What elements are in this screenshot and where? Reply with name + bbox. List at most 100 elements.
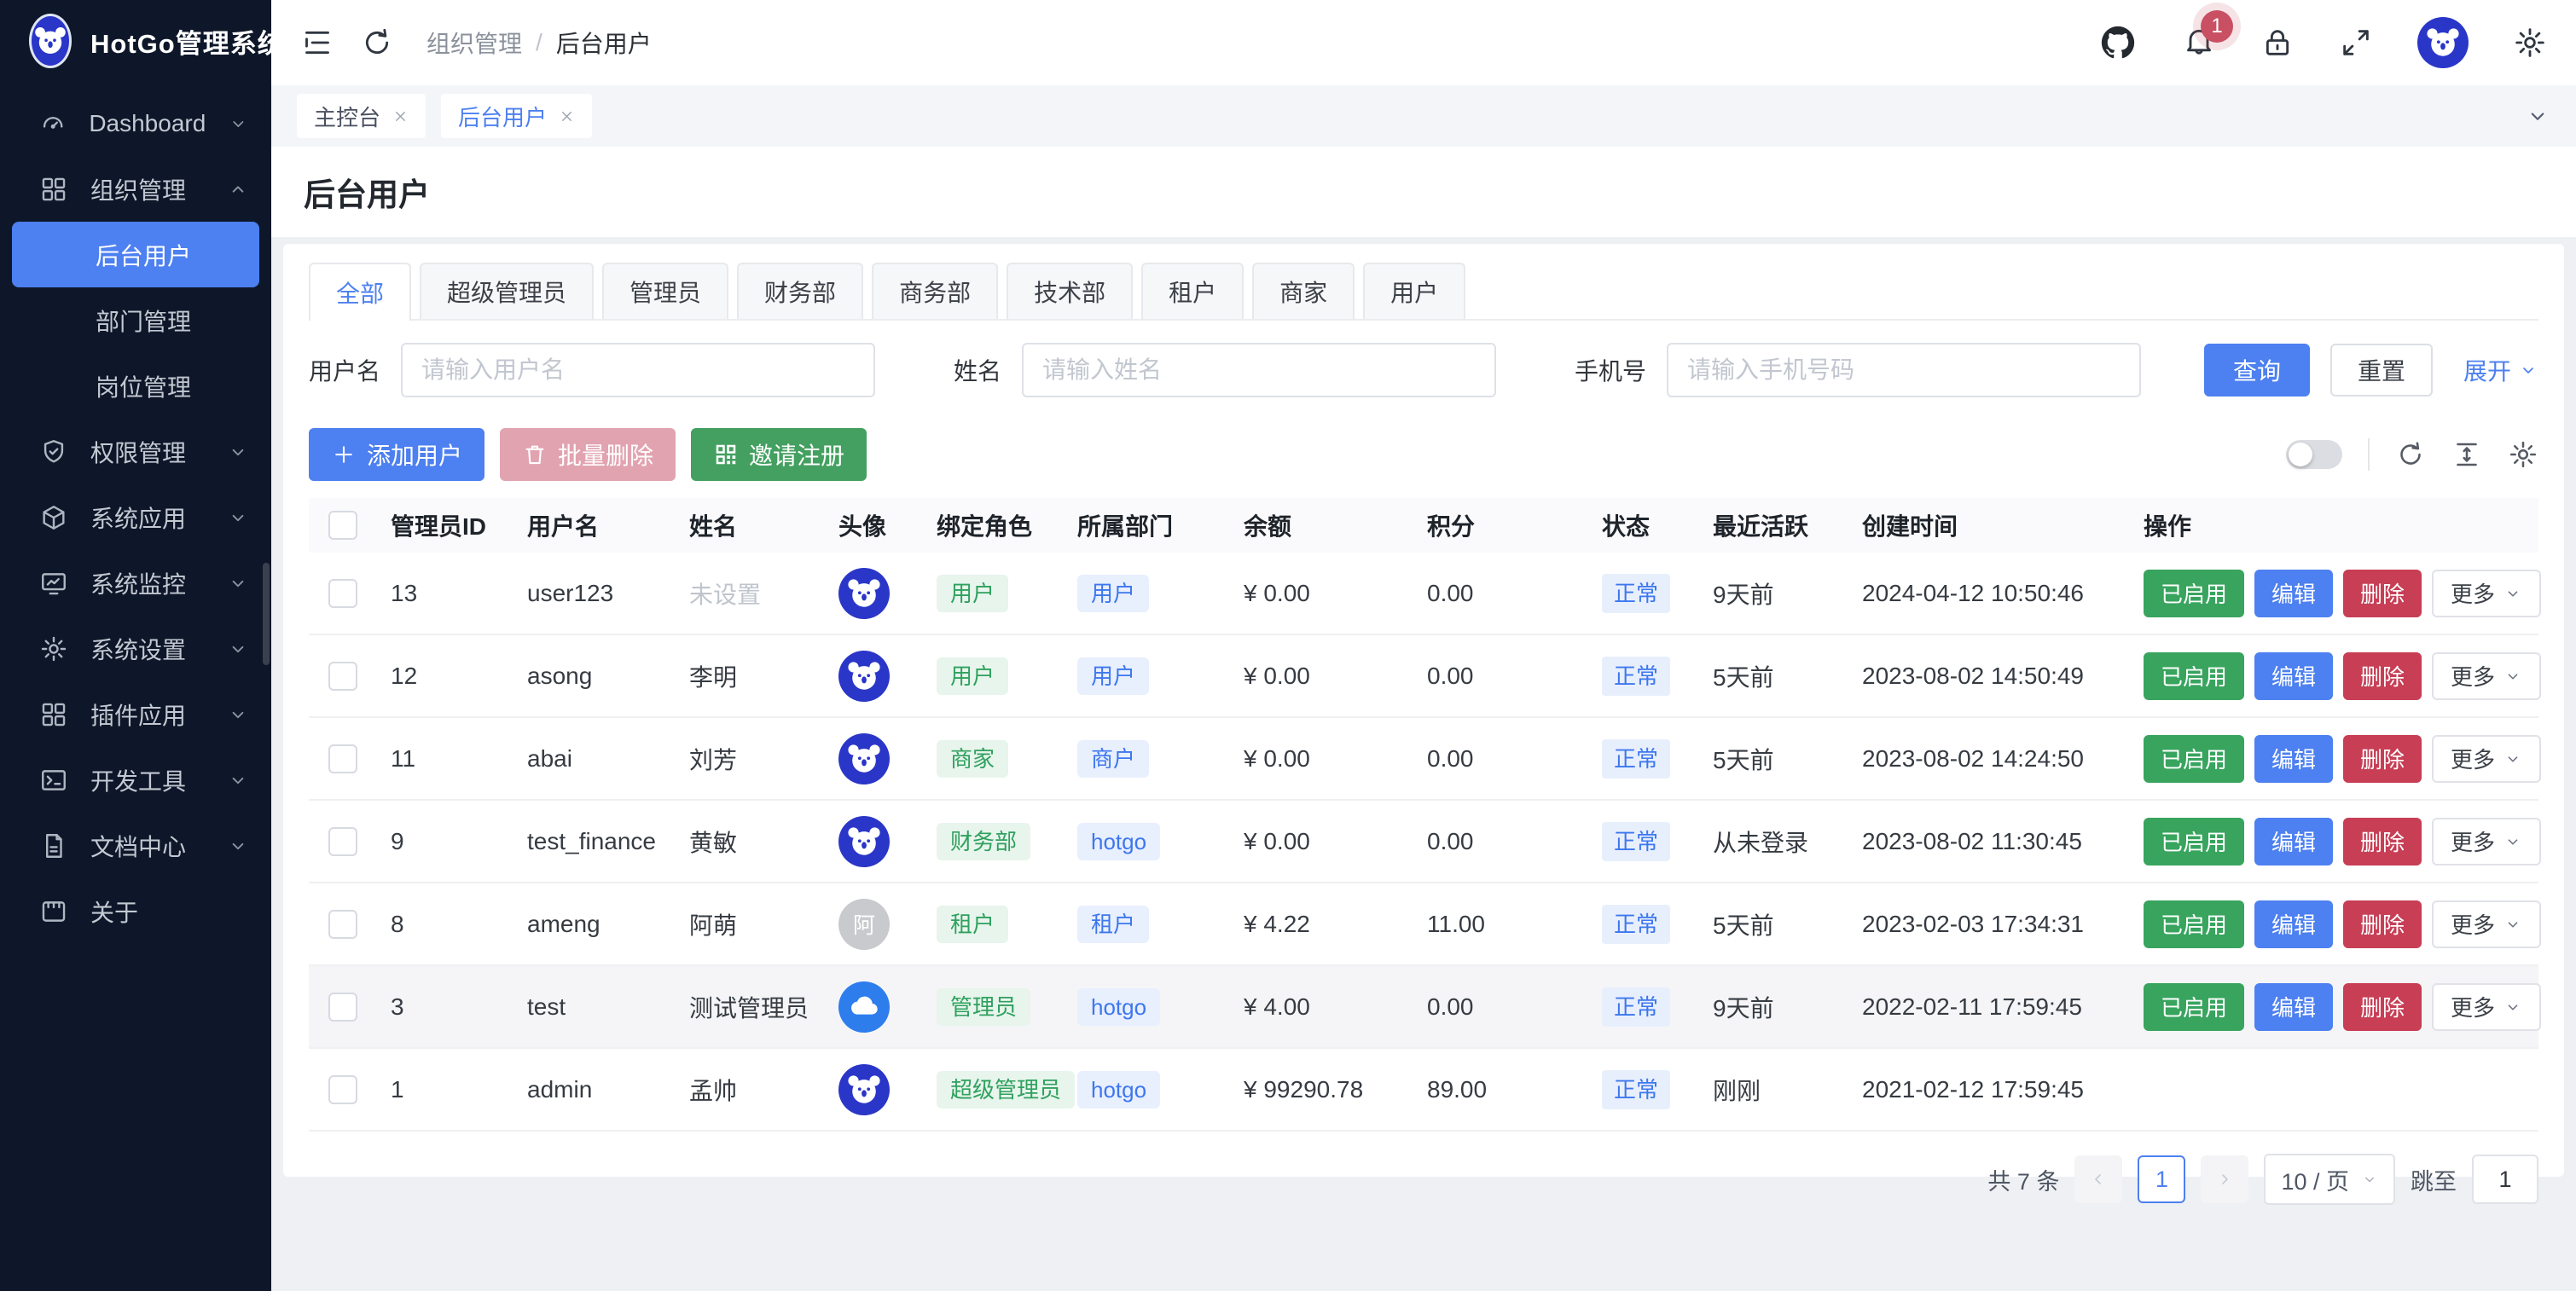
close-icon[interactable] bbox=[559, 108, 575, 124]
sidebar-item-系统设置[interactable]: 系统设置 bbox=[0, 616, 271, 681]
filter-tab-技术部[interactable]: 技术部 bbox=[1007, 263, 1133, 319]
avatar[interactable] bbox=[838, 981, 890, 1033]
current-page-button[interactable]: 1 bbox=[2138, 1155, 2185, 1203]
edit-button[interactable]: 编辑 bbox=[2254, 983, 2333, 1031]
avatar[interactable] bbox=[838, 1064, 890, 1115]
edit-button[interactable]: 编辑 bbox=[2254, 900, 2333, 948]
breadcrumb-separator: / bbox=[536, 29, 542, 56]
username-input[interactable] bbox=[401, 343, 875, 397]
settings-icon[interactable] bbox=[2513, 26, 2547, 60]
avatar[interactable] bbox=[838, 651, 890, 702]
sidebar-subitem-部门管理[interactable]: 部门管理 bbox=[0, 287, 271, 353]
sidebar-scrollbar[interactable] bbox=[263, 563, 270, 665]
realname-input[interactable] bbox=[1022, 343, 1496, 397]
filter-tab-管理员[interactable]: 管理员 bbox=[602, 263, 728, 319]
tabbar-dropdown-icon[interactable] bbox=[2525, 103, 2550, 129]
filter-tab-商家[interactable]: 商家 bbox=[1252, 263, 1355, 319]
collapse-menu-icon[interactable] bbox=[300, 26, 334, 60]
page-tab-主控台[interactable]: 主控台 bbox=[297, 94, 426, 138]
row-checkbox[interactable] bbox=[328, 993, 357, 1022]
sidebar-item-系统监控[interactable]: 系统监控 bbox=[0, 550, 271, 616]
more-button[interactable]: 更多 bbox=[2432, 818, 2541, 865]
striped-toggle[interactable] bbox=[2286, 440, 2342, 469]
row-checkbox[interactable] bbox=[328, 827, 357, 856]
edit-button[interactable]: 编辑 bbox=[2254, 735, 2333, 783]
delete-button[interactable]: 删除 bbox=[2343, 735, 2422, 783]
avatar[interactable]: 阿 bbox=[838, 899, 890, 950]
row-checkbox[interactable] bbox=[328, 910, 357, 939]
invite-register-button[interactable]: 邀请注册 bbox=[691, 428, 867, 481]
enabled-button[interactable]: 已启用 bbox=[2144, 570, 2244, 617]
sidebar-item-文档中心[interactable]: 文档中心 bbox=[0, 813, 271, 878]
sidebar-item-开发工具[interactable]: 开发工具 bbox=[0, 747, 271, 813]
row-checkbox[interactable] bbox=[328, 662, 357, 691]
row-checkbox[interactable] bbox=[328, 744, 357, 773]
avatar[interactable] bbox=[838, 816, 890, 867]
enabled-button[interactable]: 已启用 bbox=[2144, 735, 2244, 783]
table-row: 3test测试管理员管理员hotgo¥ 4.000.00正常9天前2022-02… bbox=[309, 965, 2538, 1048]
delete-button[interactable]: 删除 bbox=[2343, 652, 2422, 700]
sidebar-item-label: 系统应用 bbox=[90, 501, 205, 535]
delete-button[interactable]: 删除 bbox=[2343, 900, 2422, 948]
more-button[interactable]: 更多 bbox=[2432, 735, 2541, 783]
page-tab-后台用户[interactable]: 后台用户 bbox=[441, 94, 592, 138]
fullscreen-icon[interactable] bbox=[2339, 26, 2373, 60]
content-card: 全部超级管理员管理员财务部商务部技术部租户商家用户 用户名姓名手机号 查询 重置… bbox=[283, 244, 2564, 1177]
filter-tab-全部[interactable]: 全部 bbox=[309, 263, 411, 321]
row-height-icon[interactable] bbox=[2451, 439, 2482, 470]
sidebar-item-Dashboard[interactable]: Dashboard bbox=[0, 90, 271, 156]
enabled-button[interactable]: 已启用 bbox=[2144, 900, 2244, 948]
user-avatar[interactable] bbox=[2417, 17, 2469, 68]
enabled-button[interactable]: 已启用 bbox=[2144, 983, 2244, 1031]
page-size-select[interactable]: 10 / 页 bbox=[2264, 1154, 2395, 1205]
filter-tab-租户[interactable]: 租户 bbox=[1141, 263, 1244, 319]
jump-page-input[interactable] bbox=[2472, 1155, 2538, 1204]
expand-filters-link[interactable]: 展开 bbox=[2463, 353, 2538, 387]
phone-input[interactable] bbox=[1667, 343, 2141, 397]
more-button[interactable]: 更多 bbox=[2432, 652, 2541, 700]
edit-button[interactable]: 编辑 bbox=[2254, 652, 2333, 700]
delete-button[interactable]: 删除 bbox=[2343, 570, 2422, 617]
prev-page-button[interactable] bbox=[2074, 1155, 2122, 1203]
lock-screen-icon[interactable] bbox=[2260, 26, 2295, 60]
refresh-page-icon[interactable] bbox=[360, 26, 394, 60]
notifications-button[interactable]: 1 bbox=[2182, 24, 2216, 62]
more-button[interactable]: 更多 bbox=[2432, 570, 2541, 617]
sidebar-item-插件应用[interactable]: 插件应用 bbox=[0, 681, 271, 747]
select-all-checkbox[interactable] bbox=[328, 511, 357, 540]
cell-balance: ¥ 99290.78 bbox=[1230, 1048, 1413, 1131]
sidebar-item-系统应用[interactable]: 系统应用 bbox=[0, 484, 271, 550]
delete-button[interactable]: 删除 bbox=[2343, 983, 2422, 1031]
sidebar-item-权限管理[interactable]: 权限管理 bbox=[0, 419, 271, 484]
filter-tab-超级管理员[interactable]: 超级管理员 bbox=[420, 263, 594, 319]
breadcrumb-parent[interactable]: 组织管理 bbox=[426, 26, 522, 60]
sidebar-item-组织管理[interactable]: 组织管理 bbox=[0, 156, 271, 222]
filter-tab-商务部[interactable]: 商务部 bbox=[872, 263, 998, 319]
column-settings-icon[interactable] bbox=[2508, 439, 2538, 470]
sidebar-subitem-岗位管理[interactable]: 岗位管理 bbox=[0, 353, 271, 419]
batch-delete-button[interactable]: 批量删除 bbox=[500, 428, 676, 481]
delete-button[interactable]: 删除 bbox=[2343, 818, 2422, 865]
more-button[interactable]: 更多 bbox=[2432, 983, 2541, 1031]
next-page-button[interactable] bbox=[2201, 1155, 2248, 1203]
avatar[interactable] bbox=[838, 568, 890, 619]
enabled-button[interactable]: 已启用 bbox=[2144, 652, 2244, 700]
reset-button[interactable]: 重置 bbox=[2330, 344, 2433, 397]
github-icon[interactable] bbox=[2098, 23, 2138, 62]
row-checkbox[interactable] bbox=[328, 579, 357, 608]
add-user-button[interactable]: 添加用户 bbox=[309, 428, 484, 481]
more-button[interactable]: 更多 bbox=[2432, 900, 2541, 948]
filter-tab-用户[interactable]: 用户 bbox=[1363, 263, 1465, 319]
filter-tab-财务部[interactable]: 财务部 bbox=[737, 263, 863, 319]
sidebar-subitem-后台用户[interactable]: 后台用户 bbox=[12, 222, 259, 287]
avatar[interactable] bbox=[838, 733, 890, 784]
enabled-button[interactable]: 已启用 bbox=[2144, 818, 2244, 865]
reload-table-icon[interactable] bbox=[2395, 439, 2426, 470]
search-button[interactable]: 查询 bbox=[2204, 344, 2310, 397]
close-icon[interactable] bbox=[392, 108, 409, 124]
row-checkbox[interactable] bbox=[328, 1075, 357, 1104]
page-tab-label: 后台用户 bbox=[458, 101, 547, 132]
edit-button[interactable]: 编辑 bbox=[2254, 818, 2333, 865]
sidebar-item-关于[interactable]: 关于 bbox=[0, 878, 271, 944]
edit-button[interactable]: 编辑 bbox=[2254, 570, 2333, 617]
